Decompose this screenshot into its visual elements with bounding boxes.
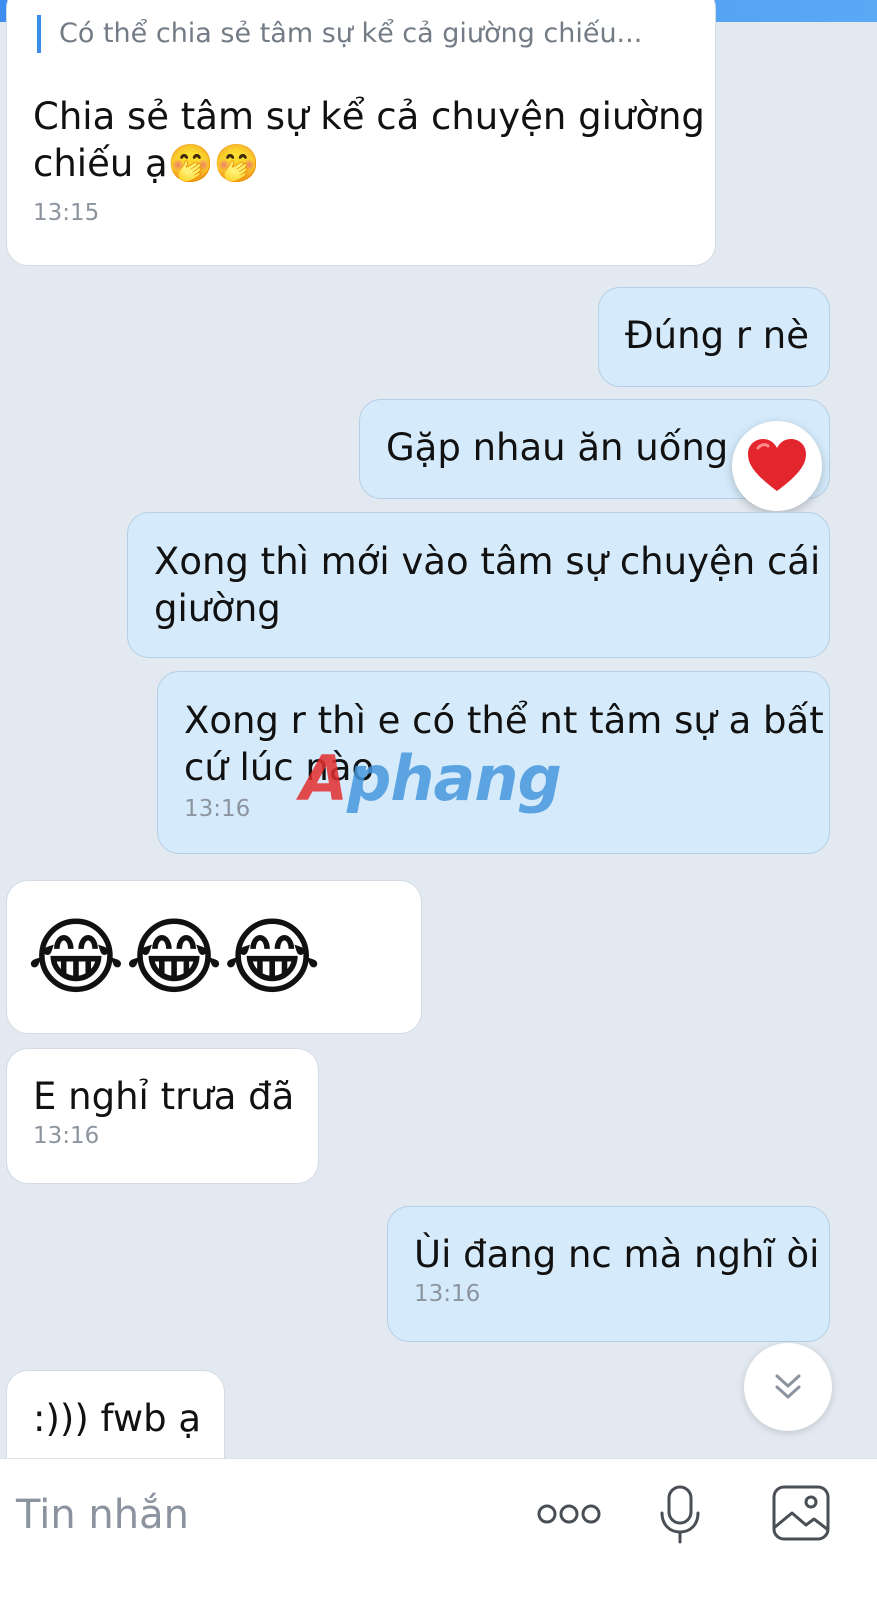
message-timestamp: 13:16 [184,796,251,822]
reply-quote[interactable]: Có thể chia sẻ tâm sự kể cả giường chiếu… [37,15,642,53]
message-text-line2: giường [154,587,281,630]
message-text: Gặp nhau ăn uống r [386,426,756,469]
message-bubble-outgoing[interactable]: Đúng r nè [598,287,830,387]
message-timestamp: 13:15 [33,200,100,226]
message-text: :))) fwb ạ [33,1397,202,1440]
heart-reaction-icon[interactable] [732,421,822,511]
message-text: Đúng r nè [625,314,810,357]
message-timestamp: 13:16 [33,1123,100,1149]
message-bubble-outgoing[interactable]: Ùi đang nc mà nghĩ òi 13:16 [387,1206,830,1342]
image-icon[interactable] [772,1485,830,1541]
message-bubble-incoming[interactable]: E nghỉ trưa đã 13:16 [6,1048,319,1184]
chevron-double-down-icon [775,1374,801,1399]
more-icon[interactable] [536,1499,602,1529]
message-input[interactable]: Tin nhắn [16,1487,189,1543]
message-text-line2: chiếu ạ🤭🤭 [33,142,260,185]
message-text: E nghỉ trưa đã [33,1075,295,1118]
message-bubble-outgoing[interactable]: Xong r thì e có thể nt tâm sự a bất cứ l… [157,671,830,854]
tears-of-joy-emoji-icon: 😂😂😂 [27,908,322,1006]
message-bubble-incoming[interactable]: Có thể chia sẻ tâm sự kể cả giường chiếu… [6,0,716,266]
message-text: Xong r thì e có thể nt tâm sự a bất [184,699,824,742]
microphone-icon[interactable] [658,1485,702,1545]
message-input-placeholder: Tin nhắn [16,1492,189,1538]
message-composer: Tin nhắn [0,1458,877,1600]
message-text: Chia sẻ tâm sự kể cả chuyện giường [33,95,705,138]
message-text: Xong thì mới vào tâm sự chuyện cái [154,540,821,583]
scroll-to-bottom-button[interactable] [744,1343,832,1431]
message-text: Ùi đang nc mà nghĩ òi [414,1233,820,1276]
message-text-line2: cứ lúc nào [184,746,375,789]
reply-quote-text: Có thể chia sẻ tâm sự kể cả giường chiếu… [59,18,643,49]
message-bubble-outgoing[interactable]: Xong thì mới vào tâm sự chuyện cái giườn… [127,512,830,658]
hand-over-mouth-emoji-icon: 🤭🤭 [167,142,260,185]
message-timestamp: 13:16 [414,1281,481,1307]
message-bubble-incoming[interactable]: 😂😂😂 [6,880,422,1034]
